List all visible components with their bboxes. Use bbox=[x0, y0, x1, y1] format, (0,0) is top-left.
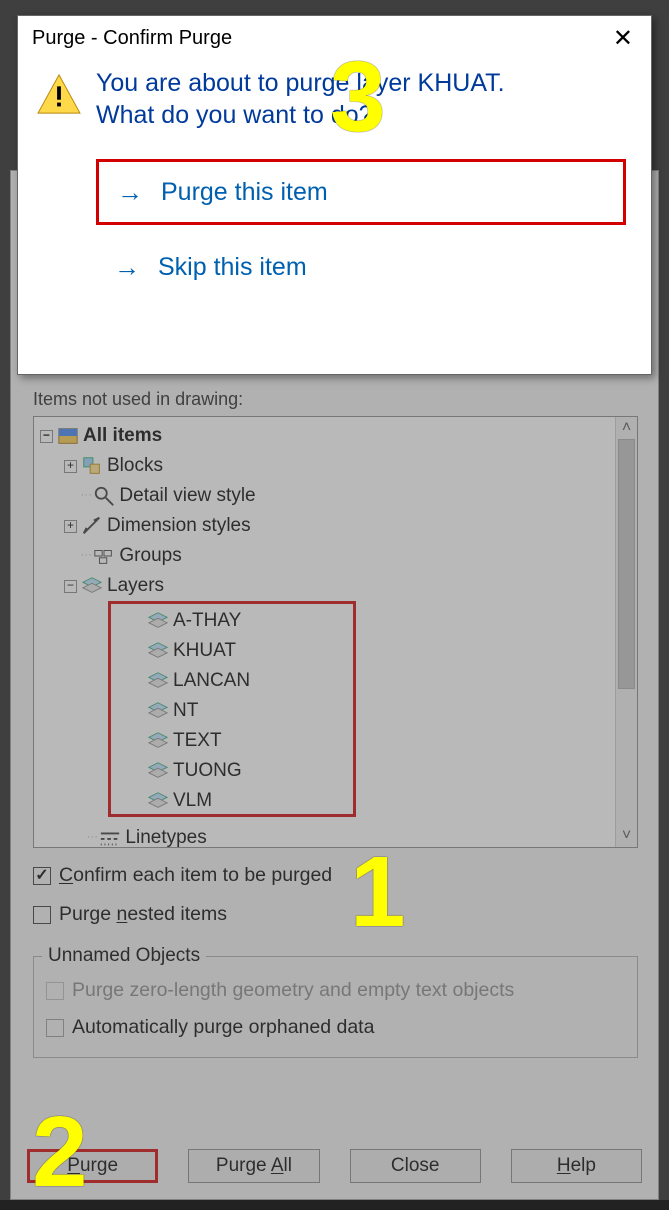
skip-this-item-link[interactable]: → Skip this item bbox=[96, 237, 651, 297]
collapse-icon[interactable]: − bbox=[40, 430, 53, 443]
unnamed-objects-group: Unnamed Objects Purge zero-length geomet… bbox=[33, 956, 638, 1058]
detail-icon bbox=[93, 486, 115, 506]
tree-all-items[interactable]: − All items bbox=[40, 421, 637, 451]
collapse-icon[interactable]: − bbox=[64, 580, 77, 593]
layer-item[interactable]: VLM bbox=[111, 786, 353, 816]
expand-icon[interactable]: + bbox=[64, 460, 77, 473]
layer-name: VLM bbox=[173, 790, 212, 812]
linetypes-icon bbox=[99, 828, 121, 848]
tree-panel[interactable]: − All items + Blocks ··· Detail view sty… bbox=[33, 416, 638, 848]
layer-icon bbox=[147, 731, 169, 751]
purge-orphaned-checkbox[interactable]: Automatically purge orphaned data bbox=[46, 1016, 625, 1039]
layer-icon bbox=[147, 701, 169, 721]
layer-name: A-THAY bbox=[173, 610, 241, 632]
layer-item[interactable]: NT bbox=[111, 696, 353, 726]
tree-groups[interactable]: ··· Groups bbox=[40, 541, 637, 571]
layer-name: TUONG bbox=[173, 760, 242, 782]
tree-scrollbar[interactable]: ˄ ˅ bbox=[615, 417, 637, 847]
layer-icon bbox=[147, 671, 169, 691]
tree-dim[interactable]: + Dimension styles bbox=[40, 511, 637, 541]
layer-item[interactable]: TUONG bbox=[111, 756, 353, 786]
checkbox-icon bbox=[46, 982, 64, 1000]
tree-label: Layers bbox=[107, 571, 164, 601]
layer-item[interactable]: TEXT bbox=[111, 726, 353, 756]
confirm-title: Purge - Confirm Purge bbox=[32, 27, 232, 50]
warning-icon bbox=[36, 73, 86, 131]
items-label: Items not used in drawing: bbox=[33, 389, 638, 410]
layer-icon bbox=[147, 641, 169, 661]
dim-icon bbox=[81, 516, 103, 536]
all-items-icon bbox=[57, 426, 79, 446]
annotation-2: 2 bbox=[32, 1095, 88, 1210]
checkbox-icon[interactable] bbox=[33, 867, 51, 885]
scroll-thumb[interactable] bbox=[618, 439, 635, 689]
layer-name: TEXT bbox=[173, 730, 222, 752]
close-icon[interactable]: ✕ bbox=[607, 24, 639, 53]
checkbox-icon[interactable] bbox=[33, 906, 51, 924]
layer-name: LANCAN bbox=[173, 670, 250, 692]
tree: − All items + Blocks ··· Detail view sty… bbox=[34, 417, 637, 601]
button-bar: Purge Purge All Close Help bbox=[27, 1149, 642, 1189]
layer-name: KHUAT bbox=[173, 640, 236, 662]
tree-blocks[interactable]: + Blocks bbox=[40, 451, 637, 481]
layers-icon bbox=[81, 576, 103, 596]
help-button[interactable]: Help bbox=[511, 1149, 642, 1183]
confirm-each-checkbox[interactable]: Confirm each item to be purged bbox=[33, 864, 638, 887]
tree-label: Blocks bbox=[107, 451, 163, 481]
purge-nested-checkbox[interactable]: Purge nested items bbox=[33, 903, 638, 926]
arrow-right-icon: → bbox=[114, 252, 140, 283]
tree-detail[interactable]: ··· Detail view style bbox=[40, 481, 637, 511]
purge-all-button[interactable]: Purge All bbox=[188, 1149, 319, 1183]
groups-icon bbox=[93, 546, 115, 566]
scroll-up-icon[interactable]: ˄ bbox=[616, 417, 637, 439]
expand-icon[interactable]: + bbox=[64, 520, 77, 533]
purge-zero-length-checkbox: Purge zero-length geometry and empty tex… bbox=[46, 979, 625, 1002]
blocks-icon bbox=[81, 456, 103, 476]
layer-icon bbox=[147, 791, 169, 811]
layer-icon bbox=[147, 761, 169, 781]
annotation-3: 3 bbox=[330, 40, 386, 155]
layer-item[interactable]: LANCAN bbox=[111, 666, 353, 696]
annotation-1: 1 bbox=[350, 835, 406, 950]
checkbox-icon[interactable] bbox=[46, 1019, 64, 1037]
layer-icon bbox=[147, 611, 169, 631]
scroll-down-icon[interactable]: ˅ bbox=[616, 825, 637, 847]
layers-highlight: A-THAY KHUAT LANCAN NT TEXT TUONG VLM bbox=[108, 601, 356, 817]
purge-this-item-link[interactable]: → Purge this item bbox=[96, 159, 626, 225]
tree-label: Detail view style bbox=[119, 481, 255, 511]
layer-item[interactable]: A-THAY bbox=[111, 606, 353, 636]
arrow-right-icon: → bbox=[117, 177, 143, 208]
close-button[interactable]: Close bbox=[350, 1149, 481, 1183]
layer-item[interactable]: KHUAT bbox=[111, 636, 353, 666]
unnamed-legend: Unnamed Objects bbox=[42, 945, 206, 967]
tree-label: All items bbox=[83, 421, 162, 451]
tree-linetypes[interactable]: ··· Linetypes bbox=[46, 823, 207, 848]
tree-label: Groups bbox=[119, 541, 181, 571]
tree-label: Linetypes bbox=[125, 823, 206, 848]
tree-layers[interactable]: − Layers bbox=[40, 571, 637, 601]
layer-name: NT bbox=[173, 700, 198, 722]
tree-label: Dimension styles bbox=[107, 511, 251, 541]
confirm-message: You are about to purge layer KHUAT. What… bbox=[86, 67, 505, 131]
